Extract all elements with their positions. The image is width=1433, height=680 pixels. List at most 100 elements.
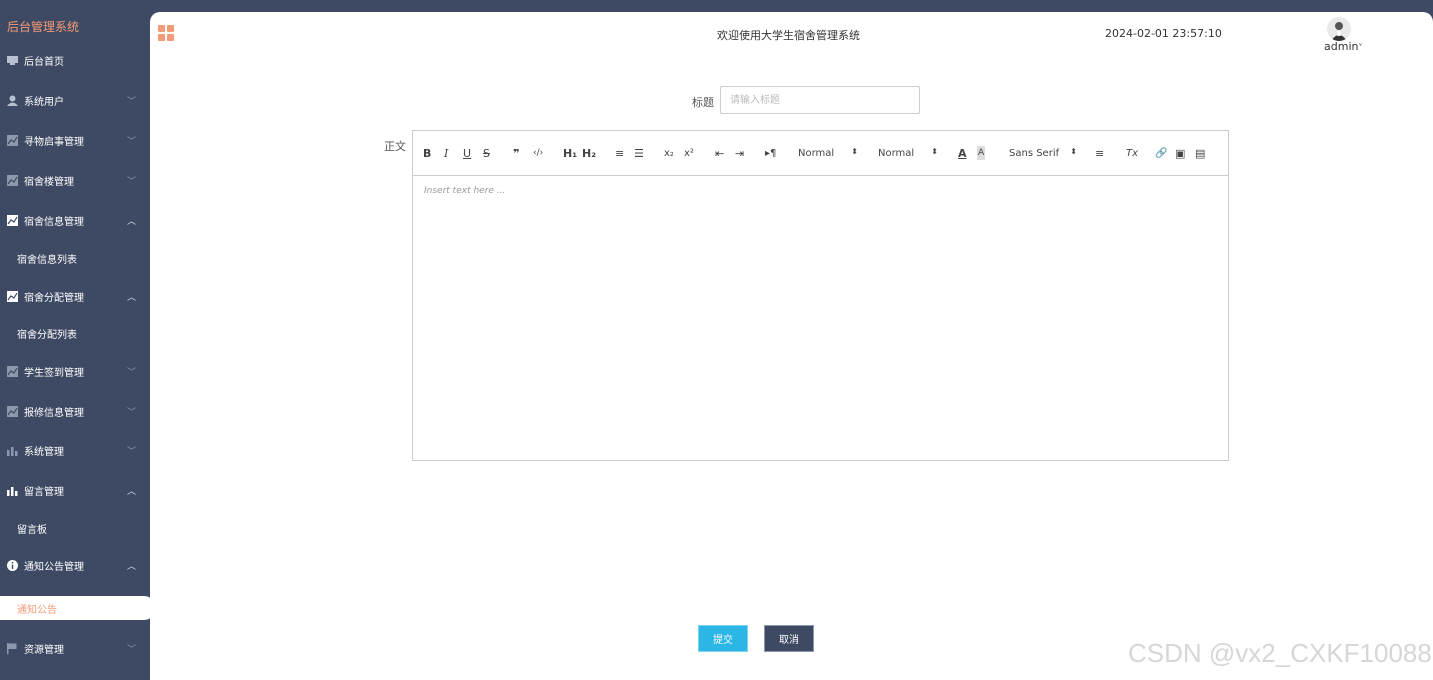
flag-icon (6, 642, 18, 654)
chevron-down-icon: ﹀ (126, 137, 136, 147)
chevron-down-icon: ﹀ (126, 97, 136, 107)
chart-icon (6, 365, 18, 377)
ordered-list-button[interactable]: ≡ (615, 146, 624, 160)
grid-menu-icon[interactable] (158, 25, 174, 45)
chart-icon (6, 405, 18, 417)
select-caret-icon: ⬍ (931, 147, 938, 156)
font-select[interactable]: Sans Serif ⬍ (1009, 145, 1077, 161)
chevron-up-icon: ︿ (126, 487, 136, 497)
menu-label: 通知公告管理 (24, 561, 84, 573)
chevron-down-icon: ﹀ (126, 447, 136, 457)
cancel-button[interactable]: 取消 (765, 626, 813, 651)
menu-item-dorm-assign[interactable]: 宿舍分配管理 ︿ (0, 284, 150, 308)
chart-icon (6, 174, 18, 186)
size-select[interactable]: Normal ⬍ (798, 145, 858, 161)
menu-label: 报修信息管理 (24, 407, 84, 419)
bar-chart-icon (6, 484, 18, 496)
menu-item-home[interactable]: 后台首页 (0, 48, 150, 72)
chevron-down-icon: ﹀ (126, 408, 136, 418)
underline-button[interactable]: U (463, 146, 471, 160)
bullet-list-button[interactable]: ☰ (634, 146, 644, 160)
menu-item-lost-found[interactable]: 寻物启事管理 ﹀ (0, 128, 150, 152)
avatar[interactable] (1327, 17, 1351, 41)
menu-item-dorm-building[interactable]: 宿舍楼管理 ﹀ (0, 168, 150, 192)
submenu-dorm-assign-list[interactable]: 宿舍分配列表 (17, 326, 77, 341)
username: admin (1324, 40, 1359, 53)
menu-item-resources[interactable]: 资源管理 ﹀ (0, 636, 150, 660)
blockquote-button[interactable]: ❞ (513, 146, 519, 160)
rich-text-editor: B I U S ❞ ‹/› H₁ H₂ ≡ ☰ x₂ x² ⇤ ⇥ ▸¶ Nor… (412, 130, 1229, 461)
subscript-button[interactable]: x₂ (664, 146, 674, 160)
align-button[interactable]: ≡ (1095, 146, 1104, 160)
menu-label: 寻物启事管理 (24, 136, 84, 148)
italic-button[interactable]: I (444, 146, 448, 160)
chevron-down-icon: ﹀ (126, 177, 136, 187)
menu-label: 资源管理 (24, 644, 64, 656)
size-select-value: Normal (798, 147, 835, 159)
text-color-button[interactable]: A (958, 146, 967, 160)
menu-item-dorm-info[interactable]: 宿舍信息管理 ︿ (0, 208, 150, 232)
chart-icon (6, 290, 18, 302)
chevron-up-icon: ︿ (126, 562, 136, 572)
link-button[interactable]: 🔗 (1155, 146, 1167, 160)
h2-button[interactable]: H₂ (582, 146, 596, 160)
superscript-button[interactable]: x² (684, 146, 694, 160)
info-icon (6, 559, 18, 571)
font-select-value: Sans Serif (1009, 147, 1060, 159)
menu-label: 系统管理 (24, 446, 64, 458)
editor-toolbar: B I U S ❞ ‹/› H₁ H₂ ≡ ☰ x₂ x² ⇤ ⇥ ▸¶ Nor… (413, 131, 1228, 176)
chart-icon (6, 214, 18, 226)
title-label: 标题 (692, 96, 714, 109)
submenu-message-board[interactable]: 留言板 (17, 521, 47, 536)
menu-item-messages[interactable]: 留言管理 ︿ (0, 478, 150, 502)
user-icon (6, 94, 18, 106)
main-panel: 欢迎使用大学生宿舍管理系统 2024-02-01 23:57:10 admin˅… (150, 12, 1433, 680)
monitor-icon (6, 54, 18, 66)
chevron-down-icon: ﹀ (126, 645, 136, 655)
submenu-notice-active[interactable]: 通知公告 (0, 596, 156, 620)
bold-button[interactable]: B (423, 146, 431, 160)
submit-button[interactable]: 提交 (699, 626, 747, 651)
outdent-button[interactable]: ⇤ (715, 146, 724, 160)
select-caret-icon: ⬍ (1070, 147, 1077, 156)
text-direction-button[interactable]: ▸¶ (765, 146, 776, 160)
submenu-notice-label: 通知公告 (17, 605, 57, 616)
menu-item-system[interactable]: 系统管理 ﹀ (0, 438, 150, 462)
menu-item-repair[interactable]: 报修信息管理 ﹀ (0, 399, 150, 423)
body-label: 正文 (384, 140, 406, 153)
menu-label: 学生签到管理 (24, 367, 84, 379)
menu-item-system-users[interactable]: 系统用户 ﹀ (0, 88, 150, 112)
user-menu[interactable]: admin˅ (1324, 40, 1362, 53)
menu-label: 留言管理 (24, 486, 64, 498)
chevron-down-icon: ﹀ (126, 368, 136, 378)
h1-button[interactable]: H₁ (563, 146, 577, 160)
brand-title: 后台管理系统 (7, 20, 80, 34)
menu-item-notices[interactable]: 通知公告管理 ︿ (0, 553, 150, 577)
sidebar: 后台管理系统 后台首页 系统用户 ﹀ 寻物启事管理 ﹀ 宿舍楼管理 ﹀ 宿舍信息… (0, 0, 150, 680)
title-input[interactable] (720, 86, 920, 114)
editor-placeholder[interactable]: Insert text here ... (424, 186, 505, 196)
menu-label: 宿舍信息管理 (24, 216, 84, 228)
image-button[interactable]: ▣ (1175, 146, 1185, 160)
submenu-dorm-info-list[interactable]: 宿舍信息列表 (17, 251, 77, 266)
strike-button[interactable]: S (483, 146, 490, 160)
indent-button[interactable]: ⇥ (735, 146, 744, 160)
chart-icon (6, 134, 18, 146)
chevron-up-icon: ︿ (126, 293, 136, 303)
menu-item-student-checkin[interactable]: 学生签到管理 ﹀ (0, 359, 150, 383)
clean-format-button[interactable]: Tx (1126, 146, 1138, 160)
menu-label: 后台首页 (24, 56, 64, 68)
datetime: 2024-02-01 23:57:10 (1105, 27, 1222, 40)
menu-label: 系统用户 (24, 96, 64, 108)
background-color-button[interactable]: A (977, 146, 986, 160)
chevron-up-icon: ︿ (126, 217, 136, 227)
bar-chart-icon (6, 444, 18, 456)
chevron-down-icon: ˅ (1358, 43, 1363, 52)
header-select[interactable]: Normal ⬍ (878, 145, 938, 161)
code-block-button[interactable]: ‹/› (533, 146, 543, 160)
welcome-text: 欢迎使用大学生宿舍管理系统 (717, 29, 860, 42)
header-select-value: Normal (878, 147, 915, 159)
select-caret-icon: ⬍ (851, 147, 858, 156)
video-button[interactable]: ▤ (1195, 146, 1205, 160)
menu-label: 宿舍分配管理 (24, 292, 84, 304)
